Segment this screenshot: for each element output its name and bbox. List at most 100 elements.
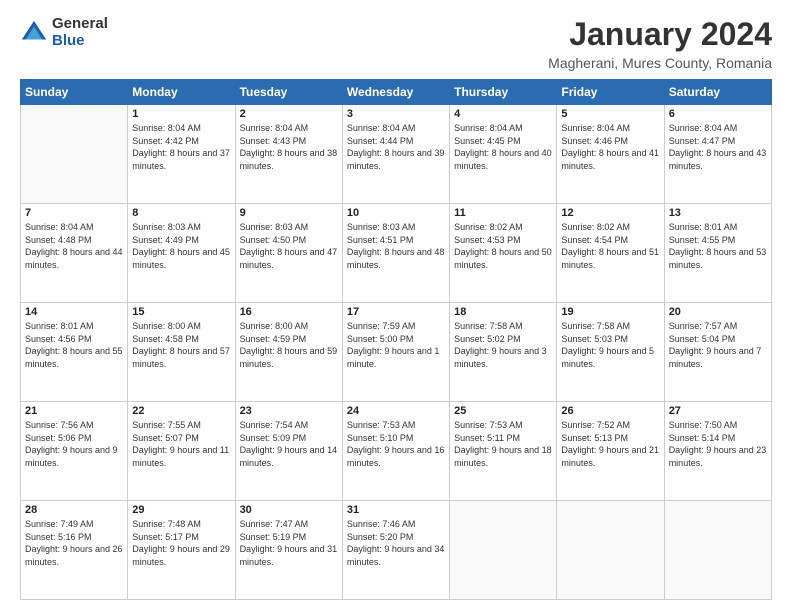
header-saturday: Saturday — [664, 80, 771, 105]
day-info: Sunrise: 7:58 AMSunset: 5:03 PMDaylight:… — [561, 320, 659, 370]
calendar-cell: 1 Sunrise: 8:04 AMSunset: 4:42 PMDaylight… — [128, 105, 235, 204]
week-row-1: 7 Sunrise: 8:04 AMSunset: 4:48 PMDaylight… — [21, 204, 772, 303]
day-info: Sunrise: 8:03 AMSunset: 4:49 PMDaylight:… — [132, 221, 230, 271]
calendar-cell: 19 Sunrise: 7:58 AMSunset: 5:03 PMDayligh… — [557, 303, 664, 402]
calendar-table: Sunday Monday Tuesday Wednesday Thursday… — [20, 79, 772, 600]
day-info: Sunrise: 7:57 AMSunset: 5:04 PMDaylight:… — [669, 320, 767, 370]
header-monday: Monday — [128, 80, 235, 105]
day-info: Sunrise: 8:02 AMSunset: 4:54 PMDaylight:… — [561, 221, 659, 271]
day-number: 19 — [561, 306, 659, 318]
day-number: 4 — [454, 108, 552, 120]
logo-general-text: General — [52, 16, 108, 33]
day-number: 21 — [25, 405, 123, 417]
day-number: 15 — [132, 306, 230, 318]
day-info: Sunrise: 8:04 AMSunset: 4:44 PMDaylight:… — [347, 122, 445, 172]
day-info: Sunrise: 8:00 AMSunset: 4:58 PMDaylight:… — [132, 320, 230, 370]
calendar-cell: 8 Sunrise: 8:03 AMSunset: 4:49 PMDaylight… — [128, 204, 235, 303]
day-info: Sunrise: 7:50 AMSunset: 5:14 PMDaylight:… — [669, 419, 767, 469]
day-number: 20 — [669, 306, 767, 318]
week-row-4: 28Sunrise: 7:49 AMSunset: 5:16 PMDayligh… — [21, 501, 772, 600]
day-info: Sunrise: 7:49 AMSunset: 5:16 PMDaylight:… — [25, 518, 123, 568]
calendar-cell: 28Sunrise: 7:49 AMSunset: 5:16 PMDayligh… — [21, 501, 128, 600]
calendar-cell: 17 Sunrise: 7:59 AMSunset: 5:00 PMDayligh… — [342, 303, 449, 402]
day-info: Sunrise: 8:01 AMSunset: 4:56 PMDaylight:… — [25, 320, 123, 370]
day-number: 31 — [347, 504, 445, 516]
calendar-cell: 26Sunrise: 7:52 AMSunset: 5:13 PMDayligh… — [557, 402, 664, 501]
day-number: 11 — [454, 207, 552, 219]
day-info: Sunrise: 8:04 AMSunset: 4:45 PMDaylight:… — [454, 122, 552, 172]
day-info: Sunrise: 8:03 AMSunset: 4:51 PMDaylight:… — [347, 221, 445, 271]
day-number: 3 — [347, 108, 445, 120]
day-number: 9 — [240, 207, 338, 219]
calendar-cell: 11 Sunrise: 8:02 AMSunset: 4:53 PMDayligh… — [450, 204, 557, 303]
calendar-cell: 7 Sunrise: 8:04 AMSunset: 4:48 PMDaylight… — [21, 204, 128, 303]
day-number: 16 — [240, 306, 338, 318]
calendar-cell: 2 Sunrise: 8:04 AMSunset: 4:43 PMDaylight… — [235, 105, 342, 204]
day-info: Sunrise: 8:04 AMSunset: 4:43 PMDaylight:… — [240, 122, 338, 172]
calendar-cell — [450, 501, 557, 600]
day-number: 8 — [132, 207, 230, 219]
calendar-cell: 15 Sunrise: 8:00 AMSunset: 4:58 PMDayligh… — [128, 303, 235, 402]
calendar-cell: 31Sunrise: 7:46 AMSunset: 5:20 PMDayligh… — [342, 501, 449, 600]
day-info: Sunrise: 8:04 AMSunset: 4:47 PMDaylight:… — [669, 122, 767, 172]
day-number: 12 — [561, 207, 659, 219]
header-sunday: Sunday — [21, 80, 128, 105]
day-info: Sunrise: 7:48 AMSunset: 5:17 PMDaylight:… — [132, 518, 230, 568]
calendar-cell — [557, 501, 664, 600]
day-info: Sunrise: 7:53 AMSunset: 5:11 PMDaylight:… — [454, 419, 552, 469]
day-info: Sunrise: 7:53 AMSunset: 5:10 PMDaylight:… — [347, 419, 445, 469]
day-info: Sunrise: 8:01 AMSunset: 4:55 PMDaylight:… — [669, 221, 767, 271]
calendar-cell: 12 Sunrise: 8:02 AMSunset: 4:54 PMDayligh… — [557, 204, 664, 303]
calendar-cell — [21, 105, 128, 204]
week-row-0: 1 Sunrise: 8:04 AMSunset: 4:42 PMDaylight… — [21, 105, 772, 204]
day-info: Sunrise: 7:47 AMSunset: 5:19 PMDaylight:… — [240, 518, 338, 568]
page: General Blue January 2024 Magherani, Mur… — [0, 0, 792, 612]
day-number: 6 — [669, 108, 767, 120]
calendar-cell: 18Sunrise: 7:58 AMSunset: 5:02 PMDayligh… — [450, 303, 557, 402]
week-row-2: 14 Sunrise: 8:01 AMSunset: 4:56 PMDayligh… — [21, 303, 772, 402]
day-info: Sunrise: 7:58 AMSunset: 5:02 PMDaylight:… — [454, 320, 552, 370]
day-number: 5 — [561, 108, 659, 120]
day-info: Sunrise: 8:02 AMSunset: 4:53 PMDaylight:… — [454, 221, 552, 271]
day-number: 30 — [240, 504, 338, 516]
day-number: 27 — [669, 405, 767, 417]
day-number: 17 — [347, 306, 445, 318]
calendar-cell: 6 Sunrise: 8:04 AMSunset: 4:47 PMDaylight… — [664, 105, 771, 204]
header: General Blue January 2024 Magherani, Mur… — [20, 16, 772, 71]
day-number: 13 — [669, 207, 767, 219]
day-info: Sunrise: 8:04 AMSunset: 4:42 PMDaylight:… — [132, 122, 230, 172]
day-info: Sunrise: 8:00 AMSunset: 4:59 PMDaylight:… — [240, 320, 338, 370]
header-thursday: Thursday — [450, 80, 557, 105]
day-number: 22 — [132, 405, 230, 417]
day-number: 24 — [347, 405, 445, 417]
calendar-cell: 14 Sunrise: 8:01 AMSunset: 4:56 PMDayligh… — [21, 303, 128, 402]
calendar-cell: 13 Sunrise: 8:01 AMSunset: 4:55 PMDayligh… — [664, 204, 771, 303]
calendar-cell: 3 Sunrise: 8:04 AMSunset: 4:44 PMDaylight… — [342, 105, 449, 204]
title-block: January 2024 Magherani, Mures County, Ro… — [548, 16, 772, 71]
month-title: January 2024 — [548, 16, 772, 53]
calendar-cell: 27 Sunrise: 7:50 AMSunset: 5:14 PMDayligh… — [664, 402, 771, 501]
calendar-cell: 4 Sunrise: 8:04 AMSunset: 4:45 PMDaylight… — [450, 105, 557, 204]
calendar-cell: 25Sunrise: 7:53 AMSunset: 5:11 PMDayligh… — [450, 402, 557, 501]
day-info: Sunrise: 8:03 AMSunset: 4:50 PMDaylight:… — [240, 221, 338, 271]
day-number: 2 — [240, 108, 338, 120]
logo: General Blue — [20, 16, 108, 49]
calendar-cell: 20 Sunrise: 7:57 AMSunset: 5:04 PMDayligh… — [664, 303, 771, 402]
day-info: Sunrise: 8:04 AMSunset: 4:48 PMDaylight:… — [25, 221, 123, 271]
day-info: Sunrise: 7:52 AMSunset: 5:13 PMDaylight:… — [561, 419, 659, 469]
calendar-cell: 30 Sunrise: 7:47 AMSunset: 5:19 PMDayligh… — [235, 501, 342, 600]
header-wednesday: Wednesday — [342, 80, 449, 105]
day-number: 14 — [25, 306, 123, 318]
day-number: 7 — [25, 207, 123, 219]
day-info: Sunrise: 7:54 AMSunset: 5:09 PMDaylight:… — [240, 419, 338, 469]
location: Magherani, Mures County, Romania — [548, 55, 772, 71]
calendar-cell: 21Sunrise: 7:56 AMSunset: 5:06 PMDayligh… — [21, 402, 128, 501]
calendar-cell — [664, 501, 771, 600]
day-number: 1 — [132, 108, 230, 120]
calendar-cell: 23Sunrise: 7:54 AMSunset: 5:09 PMDayligh… — [235, 402, 342, 501]
logo-text: General Blue — [52, 16, 108, 49]
calendar-cell: 24 Sunrise: 7:53 AMSunset: 5:10 PMDayligh… — [342, 402, 449, 501]
calendar-cell: 5Sunrise: 8:04 AMSunset: 4:46 PMDaylight… — [557, 105, 664, 204]
logo-blue-text: Blue — [52, 33, 108, 50]
day-info: Sunrise: 7:59 AMSunset: 5:00 PMDaylight:… — [347, 320, 445, 370]
